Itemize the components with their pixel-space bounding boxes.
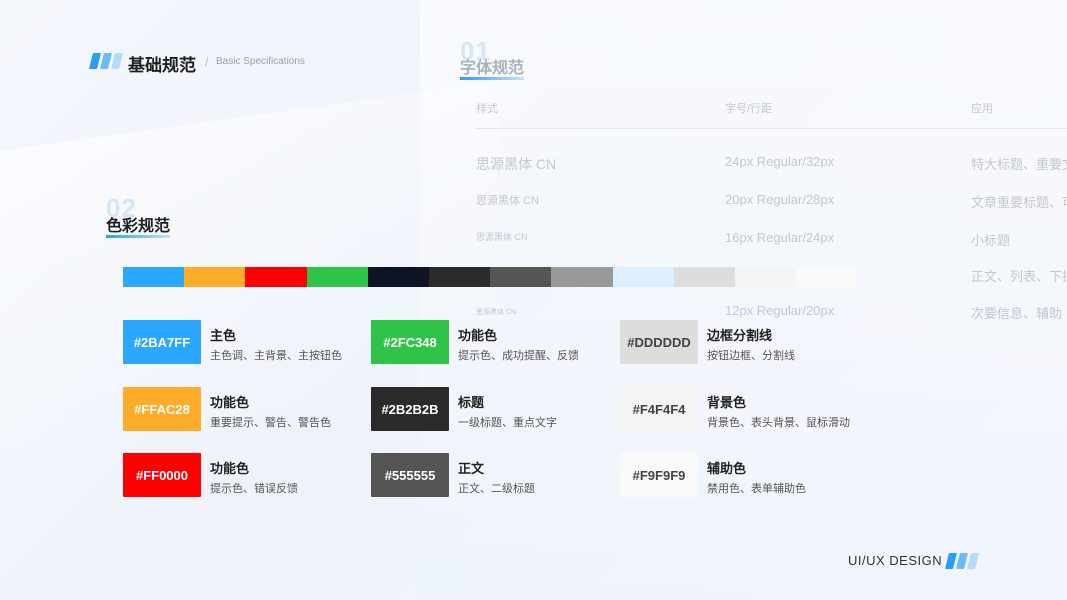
- palette-swatch: [796, 267, 858, 287]
- color-description: 正文、二级标题: [458, 483, 535, 495]
- row-size: 24px Regular/32px: [725, 154, 835, 169]
- color-chip: #FFAC28: [123, 387, 201, 431]
- color-description: 禁用色、表单辅助色: [707, 483, 806, 495]
- color-name: 辅助色: [707, 461, 747, 476]
- title-separator: /: [205, 55, 209, 69]
- color-name: 正文: [458, 461, 485, 476]
- palette-swatch: [734, 267, 797, 287]
- table-row: 思源黑体 CN 24px Regular/32px 特大标题、重要文: [476, 154, 1067, 174]
- color-description: 按钮边框、分割线: [707, 350, 795, 362]
- background-panel-right: [420, 0, 1067, 600]
- color-swatch-card: #FFAC28 功能色重要提示、警告、警告色: [123, 387, 363, 431]
- footer-slash-icon: [945, 553, 979, 569]
- column-header-style: 样式: [476, 103, 498, 115]
- color-swatch-card: #555555 正文正文、二级标题: [371, 453, 611, 497]
- row-style: 思源黑体 CN: [476, 232, 528, 242]
- row-usage: 特大标题、重要文: [971, 157, 1067, 172]
- palette-swatch: [490, 267, 552, 287]
- color-description: 一级标题、重点文字: [458, 417, 557, 429]
- footer-label: UI/UX DESIGN: [848, 553, 943, 568]
- palette-swatch: [551, 267, 613, 287]
- table-divider: [476, 128, 1067, 129]
- color-chip: #FF0000: [123, 453, 201, 497]
- color-chip: #F9F9F9: [620, 453, 698, 497]
- column-header-size: 字号/行距: [725, 103, 773, 115]
- color-swatch-card: #DDDDDD 边框分割线按钮边框、分割线: [620, 320, 860, 364]
- palette-swatch: [306, 267, 368, 287]
- palette-swatch: [428, 267, 491, 287]
- color-chip: #2B2B2B: [371, 387, 449, 431]
- color-chip: #DDDDDD: [620, 320, 698, 364]
- color-name: 功能色: [458, 328, 498, 343]
- color-section-title: 色彩规范: [106, 212, 171, 238]
- font-section-title: 字体规范: [460, 54, 525, 80]
- color-chip: #F4F4F4: [620, 387, 698, 431]
- table-row: 思源黑体 CN 20px Regular/28px 文章重要标题、可: [476, 192, 1067, 212]
- color-name: 背景色: [707, 395, 747, 410]
- palette-swatch: [123, 267, 185, 287]
- color-name: 标题: [458, 395, 485, 410]
- color-description: 提示色、成功提醒、反馈: [458, 350, 579, 362]
- color-description: 主色调、主背景、主按钮色: [210, 350, 342, 362]
- color-chip: #2FC348: [371, 320, 449, 364]
- palette-swatch: [612, 267, 674, 287]
- color-swatch-card: #F9F9F9 辅助色禁用色、表单辅助色: [620, 453, 860, 497]
- palette-swatch: [184, 267, 246, 287]
- row-usage: 文章重要标题、可: [971, 195, 1067, 210]
- color-name: 功能色: [210, 395, 250, 410]
- column-header-usage: 应用: [971, 103, 993, 115]
- color-swatch-card: #2BA7FF 主色主色调、主背景、主按钮色: [123, 320, 363, 364]
- page-subtitle: Basic Specifications: [216, 56, 305, 67]
- row-style: 思源黑体 CN: [476, 156, 557, 172]
- color-name: 功能色: [210, 461, 250, 476]
- palette-swatch: [245, 267, 307, 287]
- color-swatch-card: #2B2B2B 标题一级标题、重点文字: [371, 387, 611, 431]
- row-size: 12px Regular/20px: [725, 303, 835, 318]
- row-style: 思源黑体 CN: [476, 195, 539, 207]
- color-swatch-card: #FF0000 功能色提示色、错误反馈: [123, 453, 363, 497]
- color-chip: #555555: [371, 453, 449, 497]
- row-style: 思源黑体 CN: [476, 309, 517, 316]
- color-swatch-card: #2FC348 功能色提示色、成功提醒、反馈: [371, 320, 611, 364]
- row-size: 20px Regular/28px: [725, 192, 835, 207]
- color-description: 重要提示、警告、警告色: [210, 417, 331, 429]
- color-description: 背景色、表头背景、鼠标滑动: [707, 417, 850, 429]
- color-name: 主色: [210, 328, 237, 343]
- header-slash-icon: [89, 53, 123, 69]
- color-swatch-card: #F4F4F4 背景色背景色、表头背景、鼠标滑动: [620, 387, 860, 431]
- row-size: 16px Regular/24px: [725, 230, 835, 245]
- palette-swatch: [673, 267, 735, 287]
- row-usage: 次要信息、辅助: [971, 306, 1063, 321]
- row-usage: 正文、列表、下拉: [971, 269, 1067, 284]
- table-row: 思源黑体 CN 16px Regular/24px 小标题: [476, 230, 1067, 250]
- palette-swatch: [367, 267, 429, 287]
- color-description: 提示色、错误反馈: [210, 483, 298, 495]
- color-chip: #2BA7FF: [123, 320, 201, 364]
- color-palette-bar: [123, 267, 858, 287]
- color-name: 边框分割线: [707, 328, 773, 343]
- row-usage: 小标题: [971, 233, 1011, 248]
- page-title: 基础规范: [128, 56, 196, 75]
